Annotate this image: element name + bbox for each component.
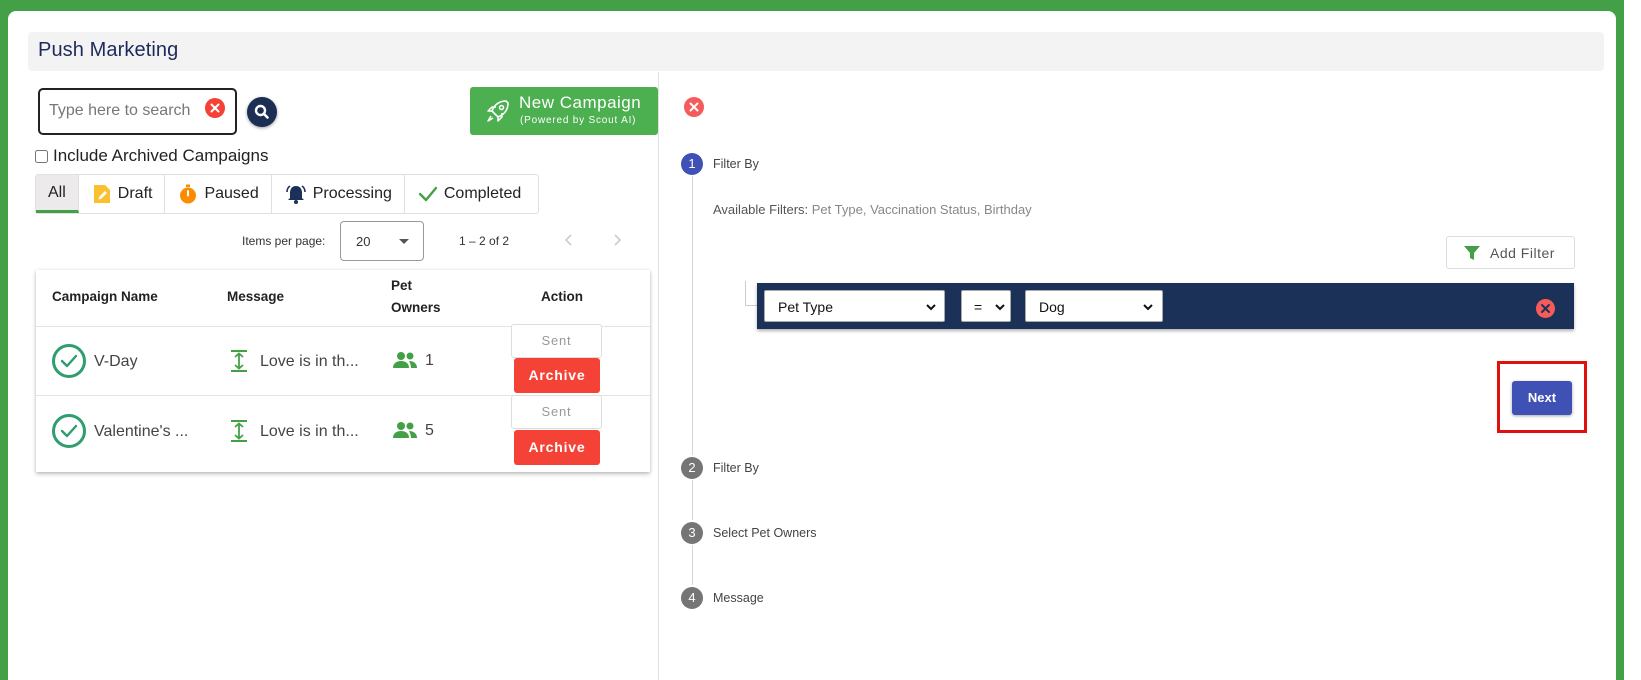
new-campaign-label: New Campaign: [519, 93, 642, 112]
tab-paused[interactable]: Paused: [165, 175, 272, 213]
rocket-icon: [487, 100, 509, 122]
next-button[interactable]: Next: [1512, 381, 1572, 415]
completed-check-icon: [52, 414, 86, 448]
items-per-page-select[interactable]: 20: [340, 221, 424, 261]
step-3-label[interactable]: Select Pet Owners: [713, 526, 817, 540]
step-1-label[interactable]: Filter By: [713, 157, 759, 171]
panel-divider: [658, 72, 659, 680]
filter-value-value: Dog: [1039, 299, 1065, 315]
filter-field-value: Pet Type: [778, 299, 834, 315]
items-per-page-label: Items per page:: [242, 234, 326, 248]
column-header-message: Message: [227, 289, 285, 304]
new-campaign-button[interactable]: New Campaign (Powered by Scout AI): [470, 87, 658, 135]
search-button[interactable]: [247, 97, 277, 127]
dropdown-caret-icon: [399, 239, 409, 244]
include-archived-label: Include Archived Campaigns: [53, 146, 269, 165]
step-connector: [692, 545, 693, 585]
tab-label: Completed: [443, 185, 522, 202]
page-header: Push Marketing: [28, 32, 1604, 71]
campaign-name[interactable]: Valentine's ...: [94, 423, 188, 441]
search-icon: [254, 104, 269, 119]
step-2-label[interactable]: Filter By: [713, 461, 759, 475]
tab-completed[interactable]: Completed: [405, 175, 533, 213]
bell-ringing-icon: [285, 185, 306, 204]
draft-tag-icon: [93, 185, 110, 203]
expand-vertical-icon: [231, 350, 247, 372]
new-campaign-sublabel: (Powered by Scout AI): [520, 115, 637, 126]
group-icon: [393, 422, 417, 438]
add-filter-button[interactable]: Add Filter: [1446, 236, 1575, 269]
items-per-page-value: 20: [356, 234, 371, 249]
expand-vertical-icon: [231, 420, 247, 442]
add-filter-label: Add Filter: [1490, 245, 1555, 261]
stopwatch-icon: [180, 184, 197, 204]
filter-field-select[interactable]: Pet Type: [764, 290, 945, 322]
tab-label: All: [48, 183, 66, 201]
owner-count: 5: [425, 422, 434, 439]
page-range-label: 1 – 2 of 2: [459, 234, 510, 248]
tab-draft[interactable]: Draft: [79, 175, 166, 213]
chevron-down-icon: [1143, 304, 1153, 311]
next-page-button[interactable]: [611, 233, 623, 252]
column-header-action: Action: [541, 289, 583, 304]
chevron-down-icon: [926, 304, 936, 311]
include-archived-checkbox[interactable]: [35, 149, 48, 163]
sent-status-button[interactable]: Sent: [511, 395, 602, 429]
available-filters: Available Filters: Pet Type, Vaccination…: [713, 202, 1032, 217]
step-4-number: 4: [681, 587, 703, 609]
previous-page-button[interactable]: [563, 233, 575, 252]
filter-operator-value: =: [974, 299, 983, 315]
filter-value-select[interactable]: Dog: [1025, 290, 1163, 322]
step-1-number: 1: [681, 153, 703, 175]
tab-all[interactable]: All: [36, 175, 79, 213]
campaign-name[interactable]: V-Day: [94, 353, 138, 371]
column-header-name: Campaign Name: [52, 289, 158, 304]
filter-icon: [1464, 246, 1480, 260]
sent-status-button[interactable]: Sent: [511, 324, 602, 358]
campaign-table: Campaign Name Message Pet Owners Action …: [36, 270, 650, 472]
step-2-number: 2: [681, 457, 703, 479]
close-panel-icon[interactable]: [684, 97, 704, 117]
clear-search-icon[interactable]: [205, 98, 225, 118]
step-connector: [692, 176, 693, 455]
chevron-down-icon: [995, 304, 1005, 311]
scrollbar-track[interactable]: [1624, 0, 1641, 680]
check-icon: [418, 186, 438, 202]
step-connector: [692, 480, 693, 520]
search-field[interactable]: [38, 88, 237, 135]
chevron-right-icon: [614, 234, 622, 246]
step-3-number: 3: [681, 522, 703, 544]
step-4-label[interactable]: Message: [713, 591, 764, 605]
owner-count: 1: [425, 352, 434, 369]
completed-check-icon: [52, 344, 86, 378]
message-preview[interactable]: Love is in th...: [260, 423, 359, 441]
search-input[interactable]: [49, 102, 199, 120]
tab-label: Processing: [312, 185, 392, 202]
column-header-owners: Pet: [391, 278, 413, 293]
archive-button[interactable]: Archive: [514, 430, 600, 465]
available-filters-values: Pet Type, Vaccination Status, Birthday: [811, 202, 1032, 217]
archive-button[interactable]: Archive: [514, 358, 600, 393]
message-preview[interactable]: Love is in th...: [260, 353, 359, 371]
include-archived-toggle[interactable]: Include Archived Campaigns: [35, 146, 268, 166]
group-icon: [393, 352, 417, 368]
remove-filter-icon[interactable]: [1536, 299, 1555, 318]
filter-operator-select[interactable]: =: [961, 290, 1011, 322]
column-header-owners-line2: Owners: [391, 300, 441, 315]
tab-processing[interactable]: Processing: [272, 175, 405, 213]
status-tabs: All Draft Paused Processing Completed: [35, 174, 539, 214]
chevron-left-icon: [564, 234, 572, 246]
filter-row: Pet Type = Dog: [757, 283, 1574, 329]
page-title: Push Marketing: [38, 39, 179, 61]
tab-label: Draft: [117, 185, 153, 202]
tab-label: Paused: [204, 185, 259, 202]
filter-tree-connector: [745, 281, 757, 306]
available-filters-label: Available Filters:: [713, 202, 809, 217]
